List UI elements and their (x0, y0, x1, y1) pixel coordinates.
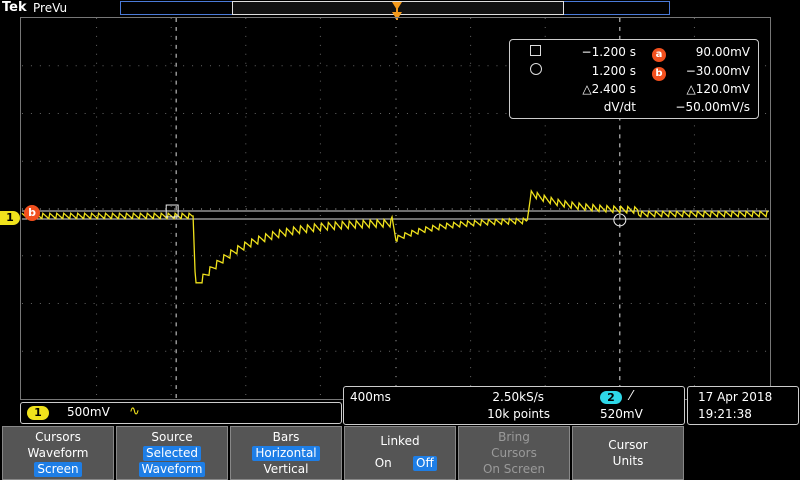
trigger-channel-badge: 2 (600, 391, 622, 404)
date-text: 17 Apr 2018 (698, 390, 773, 404)
trigger-level: 520mV (600, 407, 643, 421)
cursor-b-badge-icon: b (652, 67, 666, 81)
softkey-option: Vertical (263, 462, 309, 476)
cursor-a-badge-icon: a (652, 48, 666, 62)
channel-1-badge: 1 (27, 406, 49, 420)
softkey-label: Cursors (35, 430, 81, 444)
acquisition-mode-label: PreVu (33, 1, 68, 15)
cursor-a-time: −1.200 s (581, 45, 636, 59)
softkey-selected-option: Selected (142, 446, 202, 461)
delta-time: △2.400 s (582, 82, 636, 96)
cursor-b-value: −30.00mV (685, 64, 750, 78)
linked-off-option: Off (413, 456, 437, 471)
source-softkey[interactable]: Source Selected Waveform (116, 426, 228, 480)
date-time-box: 17 Apr 2018 19:21:38 (687, 386, 799, 425)
softkey-label: Units (612, 454, 644, 468)
coupling-icon: ∿ (129, 404, 140, 419)
delta-value: △120.0mV (686, 82, 750, 96)
cursor-a-square-icon (530, 45, 541, 56)
sample-rate: 2.50kS/s (492, 390, 544, 404)
channel-1-scale: 500mV (67, 405, 110, 419)
softkey-label: Bars (272, 430, 300, 444)
softkey-selected-option: Screen (34, 462, 82, 477)
channel-1-waveform (21, 188, 769, 284)
slope-label: dV/dt (603, 100, 636, 114)
time-text: 19:21:38 (698, 407, 752, 421)
cursor-b-level-marker[interactable]: b (24, 205, 40, 221)
softkey-label: On Screen (482, 462, 546, 476)
acquisition-info-box[interactable]: 400ms 2.50kS/s 10k points 2 ⁄ 520mV (343, 386, 685, 425)
softkey-selected-option: Horizontal (252, 446, 320, 461)
softkey-label: Cursors (491, 446, 537, 460)
channel-1-scale-box[interactable]: 1 500mV ∿ (20, 402, 342, 424)
softkey-label: Waveform (27, 446, 89, 460)
softkey-label: Cursor (608, 438, 648, 452)
bring-cursors-on-screen-softkey[interactable]: Bring Cursors On Screen (458, 426, 570, 480)
cursor-b-time: 1.200 s (591, 64, 636, 78)
softkey-label: Linked (380, 434, 420, 448)
cursors-softkey[interactable]: Cursors Waveform Screen (2, 426, 114, 480)
trigger-slope-icon: ⁄ (630, 389, 633, 404)
cursor-readout-panel: −1.200 s a 90.00mV 1.200 s b −30.00mV △2… (509, 39, 759, 119)
softkey-label: Source (151, 430, 193, 444)
slope-value: −50.00mV/s (675, 100, 750, 114)
softkey-label: Bring (498, 430, 530, 444)
softkey-selected-option: Waveform (138, 462, 206, 477)
cursor-b-circle-icon (530, 63, 542, 75)
cursor-a-value: 90.00mV (695, 45, 750, 59)
cursor-units-softkey[interactable]: Cursor Units (572, 426, 684, 480)
linked-on-option: On (374, 456, 392, 470)
bars-softkey[interactable]: Bars Horizontal Vertical (230, 426, 342, 480)
linked-softkey[interactable]: Linked On Off (344, 426, 456, 480)
timebase-value: 400ms (350, 390, 391, 404)
record-length: 10k points (487, 407, 550, 421)
brand-logo: Tek (2, 0, 27, 15)
channel-1-ground-marker[interactable]: 1 (0, 211, 20, 225)
